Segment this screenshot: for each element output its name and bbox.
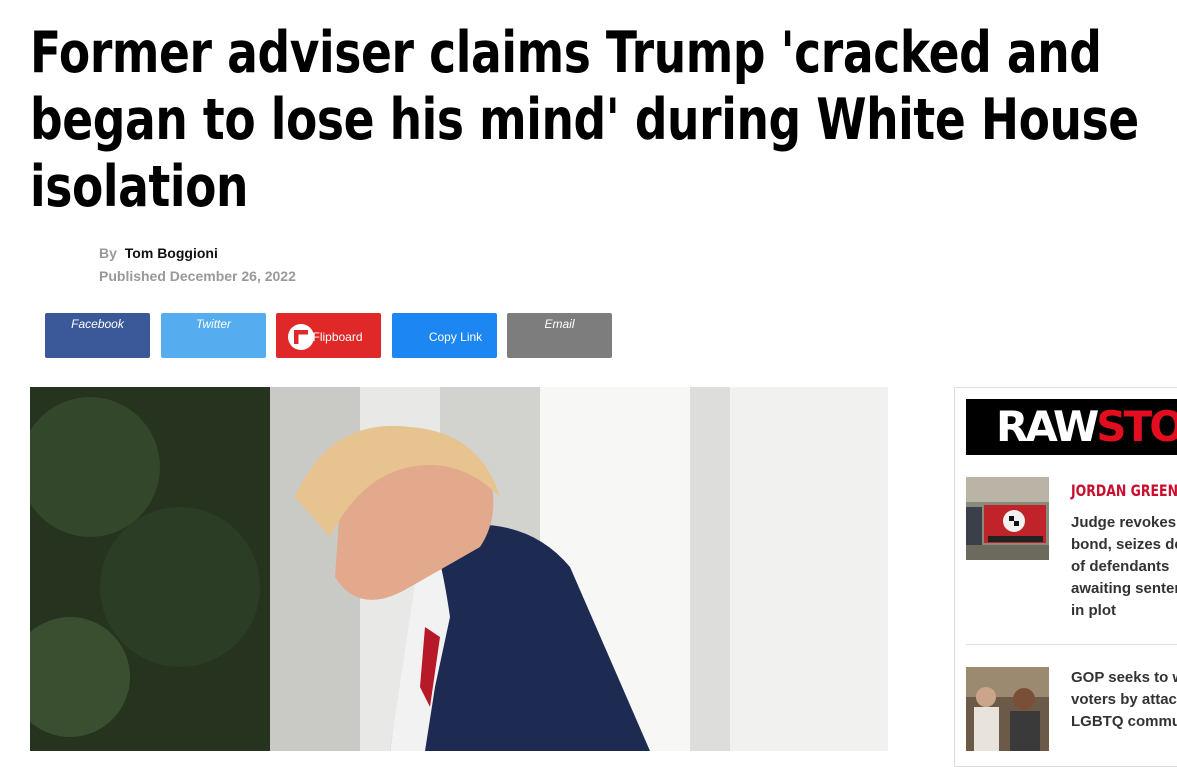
story-thumbnail[interactable] [966,477,1049,560]
logo-text-story: STORY [1096,402,1177,451]
copy-link-button[interactable]: Copy Link [392,313,497,358]
twitter-share-button[interactable]: Twitter [161,313,266,358]
facebook-share-button[interactable]: Facebook [45,313,150,358]
flipboard-label: Flipboard [312,330,363,344]
divider [966,644,1177,645]
hero-image [30,387,888,751]
story-kicker[interactable]: JORDAN GREEN [1071,481,1177,500]
copy-link-label: Copy Link [428,330,483,344]
byline: By Tom Boggioni [99,245,218,261]
story-headline[interactable]: Judge revokes bond, seizes devices of de… [1071,512,1177,622]
author-link[interactable]: Tom Boggioni [125,245,218,261]
story-headline[interactable]: GOP seeks to win voters by attacking LGB… [1071,667,1177,733]
facebook-label: Facebook [71,317,124,331]
publish-date: Published December 26, 2022 [99,268,296,284]
email-label: Email [544,317,575,331]
story-thumbnail[interactable] [966,667,1049,751]
twitter-label: Twitter [195,317,232,331]
flipboard-share-button[interactable]: Flipboard [276,313,381,358]
by-label: By [99,245,117,261]
article-headline: Former adviser claims Trump 'cracked and… [30,20,1139,220]
rawstory-logo[interactable]: RAWSTORY [966,399,1177,455]
logo-text-raw: RAW [996,402,1099,451]
email-share-button[interactable]: Email [507,313,612,358]
